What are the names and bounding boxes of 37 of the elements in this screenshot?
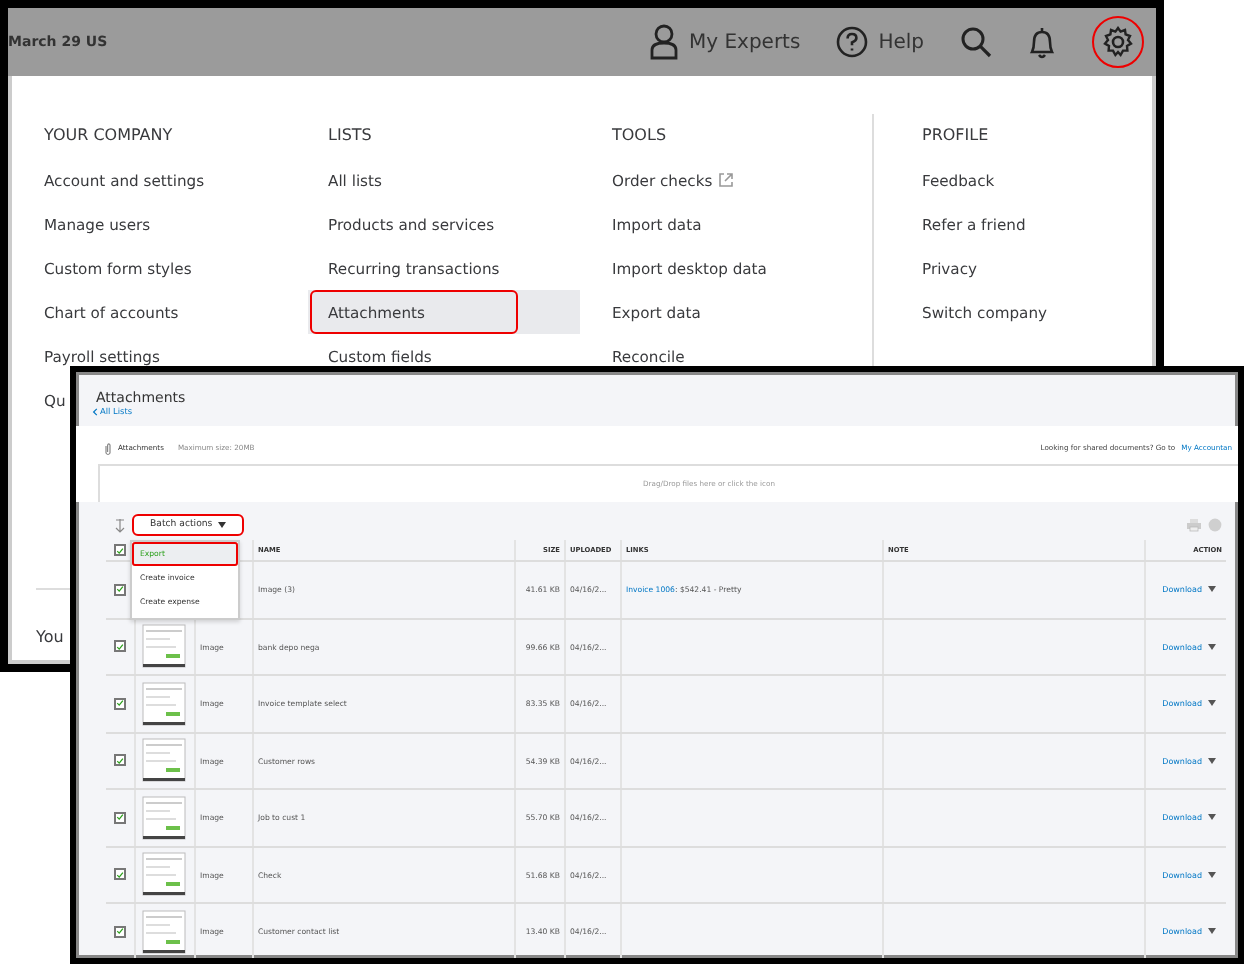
- caret-icon[interactable]: [1208, 928, 1216, 935]
- caret-icon[interactable]: [1208, 871, 1216, 878]
- row-checkbox[interactable]: [114, 811, 126, 824]
- my-experts-button[interactable]: My Experts: [650, 24, 801, 60]
- row-checkbox[interactable]: [114, 754, 126, 767]
- bell-icon[interactable]: [1028, 25, 1056, 59]
- thumbnail-drawing: [142, 795, 186, 840]
- caret-icon: [218, 522, 227, 528]
- caret-icon[interactable]: [1208, 814, 1216, 821]
- help-button[interactable]: Help: [836, 26, 924, 58]
- settings-button[interactable]: [1092, 16, 1144, 68]
- chevron-left-icon[interactable]: [92, 407, 98, 415]
- thumbnail-drawing: [142, 624, 186, 669]
- paperclip-icon: [104, 441, 112, 455]
- caret-icon[interactable]: [1208, 700, 1216, 707]
- select-all-checkbox[interactable]: [114, 544, 126, 556]
- row-checkbox[interactable]: [114, 868, 126, 881]
- menu-heading: YOUR COMPANY: [44, 124, 175, 148]
- thumbnail-drawing: [142, 909, 186, 954]
- menu-heading: LISTS: [328, 124, 374, 148]
- row-checkbox[interactable]: [114, 640, 126, 653]
- caret-icon[interactable]: [1208, 757, 1216, 764]
- menu-heading: TOOLS: [612, 124, 669, 148]
- help-icon: [836, 26, 869, 58]
- thumbnail-drawing: [142, 852, 186, 897]
- thumbnail-drawing: [142, 738, 186, 783]
- row-checkbox[interactable]: [114, 925, 126, 938]
- footer-text: You: [36, 628, 64, 646]
- search-icon[interactable]: [960, 26, 992, 58]
- menu-heading: PROFILE: [922, 124, 991, 148]
- row-checkbox[interactable]: [114, 583, 126, 596]
- caret-icon[interactable]: [1208, 643, 1216, 650]
- sort-icon[interactable]: [114, 517, 126, 533]
- caret-icon[interactable]: [1208, 586, 1216, 593]
- person-icon: [650, 24, 679, 60]
- thumbnail-drawing: [142, 681, 186, 726]
- row-checkbox[interactable]: [114, 697, 126, 710]
